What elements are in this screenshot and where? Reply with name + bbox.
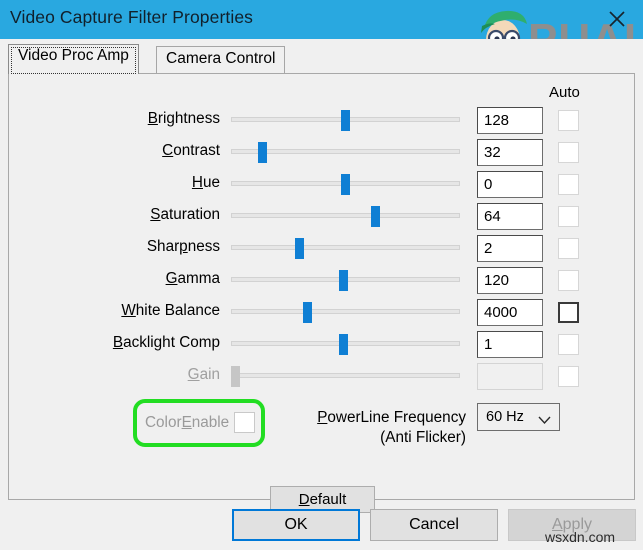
- label-powerline-frequency: PowerLine Frequency (Anti Flicker): [290, 408, 466, 448]
- value-saturation[interactable]: 64: [477, 203, 543, 230]
- slider-thumb[interactable]: [341, 110, 350, 131]
- slider-thumb[interactable]: [341, 174, 350, 195]
- auto-checkbox-backlight-comp[interactable]: [558, 334, 579, 355]
- slider-track: [231, 373, 460, 378]
- chevron-down-icon: [538, 413, 551, 429]
- default-button-label: Default: [298, 491, 347, 508]
- auto-column-header: Auto: [549, 84, 580, 101]
- color-enable-group: ColorEnable: [133, 399, 265, 447]
- slider-thumb: [231, 366, 240, 387]
- control-row-backlight-comp: Backlight Comp 1: [0, 328, 643, 360]
- site-watermark: wsxdn.com: [545, 529, 616, 545]
- title-bar: Video Capture Filter Properties: [0, 0, 643, 39]
- control-row-contrast: Contrast 32: [0, 136, 643, 168]
- slider-contrast[interactable]: [231, 136, 460, 168]
- control-row-saturation: Saturation 64: [0, 200, 643, 232]
- label-color-enable: ColorEnable: [145, 414, 230, 431]
- slider-sharpness[interactable]: [231, 232, 460, 264]
- auto-checkbox-contrast[interactable]: [558, 142, 579, 163]
- slider-thumb[interactable]: [339, 334, 348, 355]
- slider-gain: [231, 360, 460, 392]
- cancel-button[interactable]: Cancel: [370, 509, 498, 541]
- slider-brightness[interactable]: [231, 104, 460, 136]
- slider-track: [231, 213, 460, 218]
- tab-camera-control[interactable]: Camera Control: [156, 46, 286, 74]
- label-hue: Hue: [191, 174, 220, 191]
- slider-thumb[interactable]: [303, 302, 312, 323]
- close-icon[interactable]: [599, 2, 635, 36]
- video-capture-filter-properties-window: Video Capture Filter Properties Video Pr…: [0, 0, 643, 550]
- slider-hue[interactable]: [231, 168, 460, 200]
- label-white-balance: White Balance: [121, 302, 220, 319]
- control-row-gain: Gain: [0, 360, 643, 392]
- label-powerline-frequency-line2: (Anti Flicker): [380, 429, 466, 446]
- slider-track: [231, 309, 460, 314]
- control-row-gamma: Gamma 120: [0, 264, 643, 296]
- value-brightness[interactable]: 128: [477, 107, 543, 134]
- color-enable-checkbox: [234, 412, 255, 433]
- slider-thumb[interactable]: [371, 206, 380, 227]
- value-hue[interactable]: 0: [477, 171, 543, 198]
- ok-button-label: OK: [284, 516, 308, 533]
- label-powerline-frequency-line1: PowerLine Frequency: [317, 409, 466, 426]
- control-row-hue: Hue 0: [0, 168, 643, 200]
- label-brightness: Brightness: [147, 110, 220, 127]
- value-gain: [477, 363, 543, 390]
- label-gamma: Gamma: [165, 270, 220, 287]
- value-white-balance[interactable]: 4000: [477, 299, 543, 326]
- label-gain: Gain: [187, 366, 220, 383]
- window-title: Video Capture Filter Properties: [10, 7, 254, 27]
- value-gamma[interactable]: 120: [477, 267, 543, 294]
- value-backlight-comp[interactable]: 1: [477, 331, 543, 358]
- value-sharpness[interactable]: 2: [477, 235, 543, 262]
- control-row-white-balance: White Balance 4000: [0, 296, 643, 328]
- powerline-frequency-select[interactable]: 60 Hz: [477, 403, 560, 431]
- auto-checkbox-gamma[interactable]: [558, 270, 579, 291]
- slider-track: [231, 245, 460, 250]
- slider-backlight-comp[interactable]: [231, 328, 460, 360]
- label-backlight-comp: Backlight Comp: [112, 334, 220, 351]
- auto-checkbox-gain: [558, 366, 579, 387]
- value-contrast[interactable]: 32: [477, 139, 543, 166]
- label-contrast: Contrast: [162, 142, 220, 159]
- slider-thumb[interactable]: [295, 238, 304, 259]
- auto-checkbox-white-balance[interactable]: [558, 302, 579, 323]
- slider-white-balance[interactable]: [231, 296, 460, 328]
- label-saturation: Saturation: [150, 206, 220, 223]
- slider-thumb[interactable]: [258, 142, 267, 163]
- cancel-button-label: Cancel: [409, 516, 459, 533]
- powerline-frequency-value: 60 Hz: [486, 409, 524, 425]
- tab-video-proc-amp[interactable]: Video Proc Amp: [8, 44, 139, 74]
- control-row-sharpness: Sharpness 2: [0, 232, 643, 264]
- label-sharpness: Sharpness: [146, 238, 220, 255]
- slider-gamma[interactable]: [231, 264, 460, 296]
- control-row-brightness: Brightness 128: [0, 104, 643, 136]
- tab-video-proc-amp-label: Video Proc Amp: [18, 47, 129, 64]
- auto-checkbox-brightness[interactable]: [558, 110, 579, 131]
- auto-checkbox-hue[interactable]: [558, 174, 579, 195]
- slider-thumb[interactable]: [339, 270, 348, 291]
- slider-saturation[interactable]: [231, 200, 460, 232]
- ok-button[interactable]: OK: [232, 509, 360, 541]
- auto-checkbox-saturation[interactable]: [558, 206, 579, 227]
- tab-camera-control-label: Camera Control: [166, 50, 276, 67]
- auto-checkbox-sharpness[interactable]: [558, 238, 579, 259]
